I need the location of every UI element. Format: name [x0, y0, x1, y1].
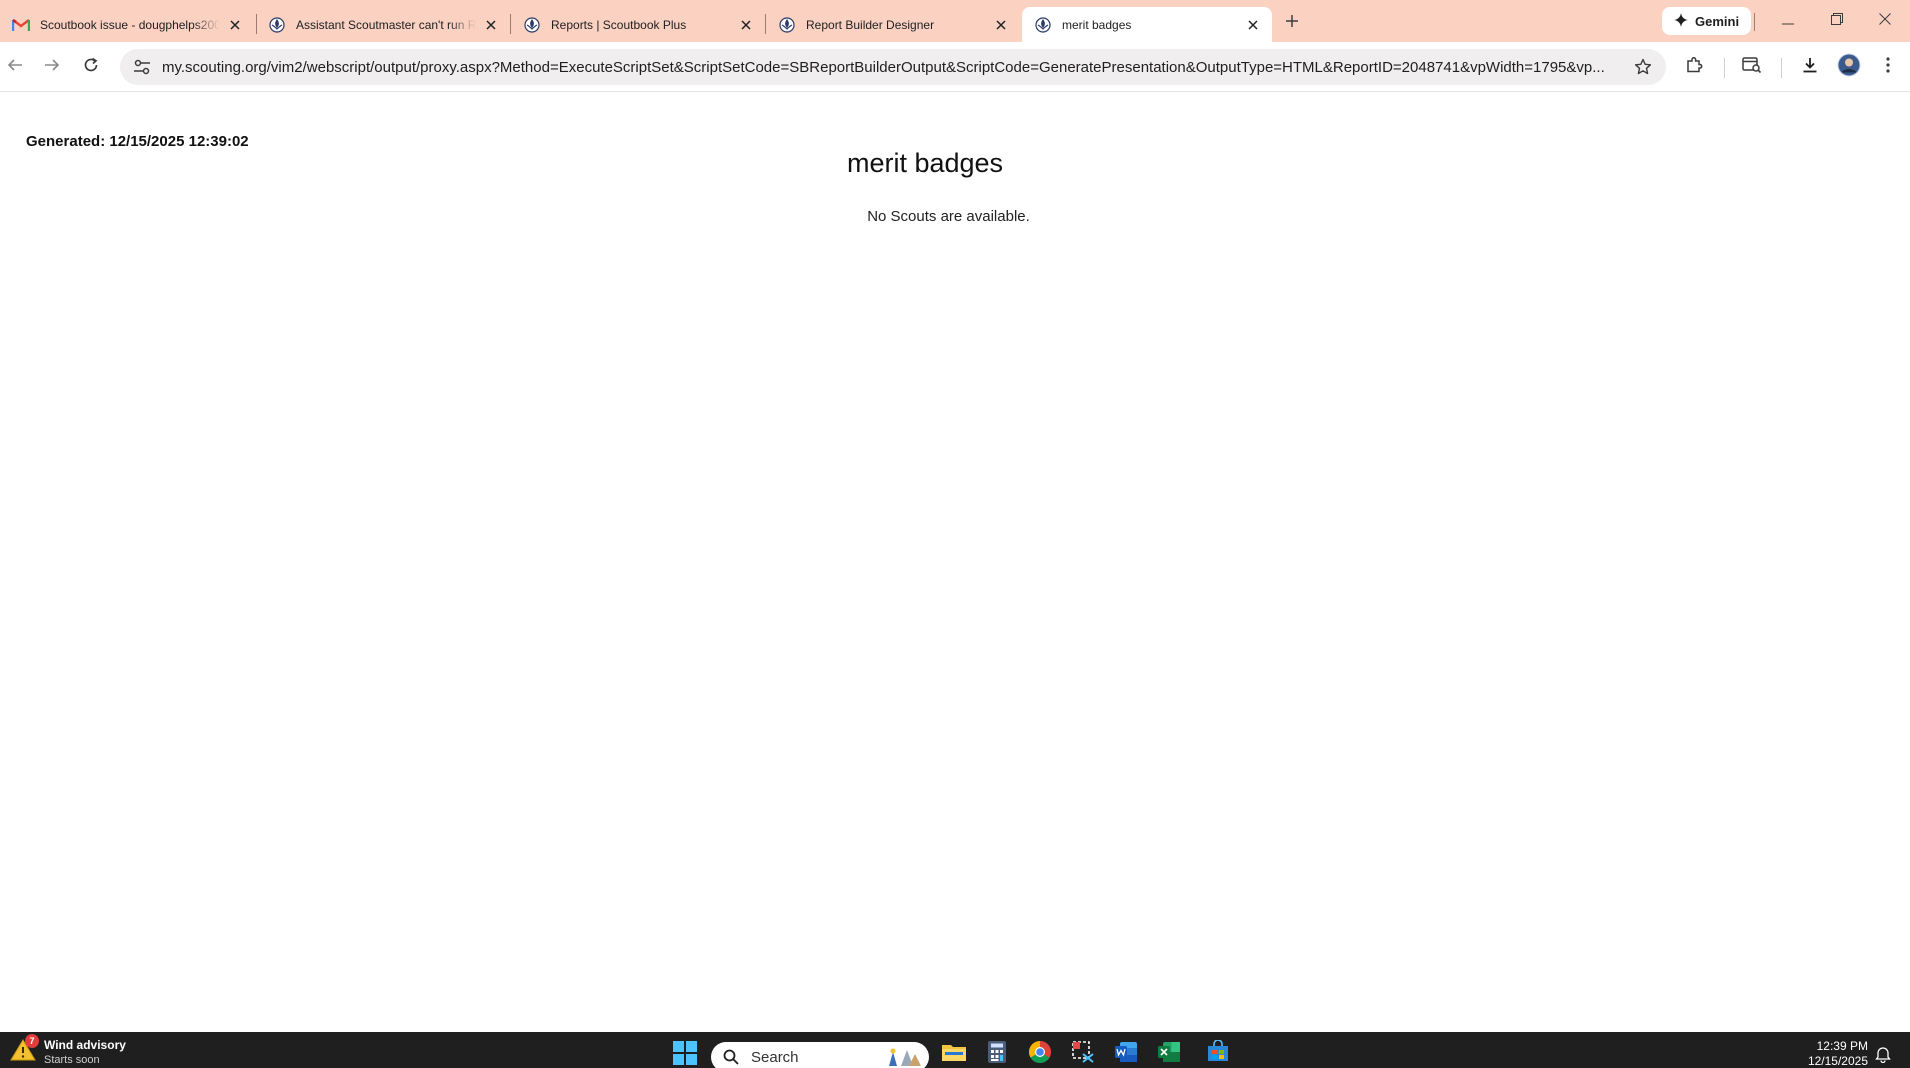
tab-title: Scoutbook issue - dougphelps200: [40, 17, 220, 32]
close-icon: [1879, 12, 1891, 30]
calculator-button[interactable]: [983, 1040, 1011, 1068]
close-window-button[interactable]: [1870, 8, 1900, 34]
downloads-button[interactable]: [1795, 52, 1825, 82]
google-lens-button[interactable]: [1737, 52, 1767, 82]
tab-title: Report Builder Designer: [806, 17, 935, 32]
gemini-label: Gemini: [1695, 13, 1740, 29]
profile-button[interactable]: [1834, 52, 1864, 82]
tab-report-builder[interactable]: Report Builder Designer: [766, 7, 1020, 42]
taskbar-search[interactable]: Search: [711, 1042, 929, 1068]
excel-icon: [1157, 1040, 1181, 1068]
toolbar-divider: [1724, 58, 1725, 78]
scouting-fleur-icon: [1034, 16, 1052, 34]
close-tab-icon[interactable]: [992, 16, 1010, 34]
tab-strip: Scoutbook issue - dougphelps200 Assistan…: [0, 0, 1910, 42]
scouting-fleur-icon: [523, 16, 541, 34]
start-button[interactable]: [672, 1040, 698, 1066]
url-host: my.scouting.org: [162, 58, 267, 76]
weather-badge: 7: [25, 1034, 39, 1048]
tab-title: Reports | Scoutbook Plus: [551, 17, 687, 32]
site-info-icon[interactable]: [126, 53, 158, 81]
weather-widget[interactable]: 7 Wind advisory Starts soon: [10, 1034, 126, 1067]
empty-state-message: No Scouts are available.: [867, 208, 1030, 225]
search-icon: [721, 1047, 741, 1067]
back-button[interactable]: [0, 52, 30, 82]
close-tab-icon[interactable]: [737, 16, 755, 34]
plus-icon: [1285, 14, 1299, 33]
close-tab-icon[interactable]: [1244, 16, 1262, 34]
forward-arrow-icon: [44, 57, 60, 78]
more-vert-icon: [1886, 56, 1890, 78]
word-button[interactable]: [1112, 1040, 1140, 1068]
close-tab-icon[interactable]: [226, 16, 244, 34]
tab-title: merit badges: [1062, 17, 1132, 32]
puzzle-icon: [1685, 56, 1703, 79]
clock-time: 12:39 PM: [1816, 1039, 1868, 1053]
file-explorer-button[interactable]: [940, 1040, 968, 1068]
warning-icon: 7: [10, 1034, 39, 1064]
toolbar-divider: [1781, 58, 1782, 78]
weather-subtitle: Starts soon: [44, 1054, 100, 1066]
chrome-icon: [1028, 1040, 1052, 1068]
bookmark-star-icon[interactable]: [1628, 52, 1658, 82]
avatar: [1837, 53, 1861, 82]
search-placeholder: Search: [751, 1048, 799, 1066]
reload-button[interactable]: [76, 52, 106, 82]
weather-text: Wind advisory Starts soon: [44, 1038, 126, 1067]
chrome-button[interactable]: [1026, 1040, 1054, 1068]
gmail-icon: [12, 16, 30, 34]
url-path: /vim2/webscript/output/proxy.aspx?Method…: [266, 58, 1605, 76]
restore-button[interactable]: [1822, 8, 1852, 34]
weather-title: Wind advisory: [44, 1038, 126, 1052]
store-icon: [1206, 1038, 1230, 1068]
new-tab-button[interactable]: [1280, 11, 1304, 35]
windows-taskbar: 7 Wind advisory Starts soon Search 12:39…: [0, 1032, 1910, 1068]
notification-button[interactable]: [1874, 1045, 1894, 1065]
strip-divider: [1754, 13, 1755, 31]
snipping-tool-icon: [1071, 1040, 1095, 1068]
gemini-sparkle-icon: [1674, 12, 1688, 30]
page-title: merit badges: [846, 148, 1004, 178]
tab-reports-scoutbook[interactable]: Reports | Scoutbook Plus: [511, 7, 765, 42]
gemini-button[interactable]: Gemini: [1662, 7, 1752, 35]
address-bar[interactable]: my.scouting.org/vim2/webscript/output/pr…: [120, 49, 1666, 85]
browser-toolbar: my.scouting.org/vim2/webscript/output/pr…: [0, 42, 1910, 92]
minimize-icon: [1782, 12, 1794, 30]
snipping-tool-button[interactable]: [1069, 1040, 1097, 1068]
search-tab-icon: [1742, 56, 1762, 79]
back-arrow-icon: [7, 57, 23, 78]
tab-merit-badges[interactable]: merit badges: [1022, 7, 1272, 42]
calculator-icon: [987, 1040, 1007, 1068]
scouting-fleur-icon: [268, 16, 286, 34]
tab-assistant-scoutmaster[interactable]: Assistant Scoutmaster can't run Re: [256, 7, 510, 42]
system-clock[interactable]: 12:39 PM 12/15/2025: [1806, 1039, 1868, 1068]
word-icon: [1114, 1040, 1138, 1068]
extensions-button[interactable]: [1679, 52, 1709, 82]
clock-date: 12/15/2025: [1807, 1054, 1868, 1068]
menu-button[interactable]: [1873, 52, 1903, 82]
page-content: Generated: 12/15/2025 12:39:02 merit bad…: [0, 93, 1910, 1032]
url-text[interactable]: my.scouting.org/vim2/webscript/output/pr…: [162, 59, 1628, 76]
restore-icon: [1831, 12, 1843, 30]
notification-bell-icon: [1874, 1047, 1892, 1067]
excel-button[interactable]: [1155, 1040, 1183, 1068]
reload-icon: [83, 57, 99, 78]
tab-gmail[interactable]: Scoutbook issue - dougphelps200: [0, 7, 254, 42]
download-icon: [1801, 56, 1819, 79]
minimize-button[interactable]: [1773, 8, 1803, 34]
folder-icon: [941, 1041, 967, 1068]
close-tab-icon[interactable]: [482, 16, 500, 34]
forward-button[interactable]: [37, 52, 67, 82]
search-highlight-icon: [883, 1044, 923, 1068]
tab-title: Assistant Scoutmaster can't run Re: [296, 17, 476, 32]
store-button[interactable]: [1204, 1038, 1232, 1068]
windows-logo-icon: [672, 1041, 698, 1068]
scouting-fleur-icon: [778, 16, 796, 34]
